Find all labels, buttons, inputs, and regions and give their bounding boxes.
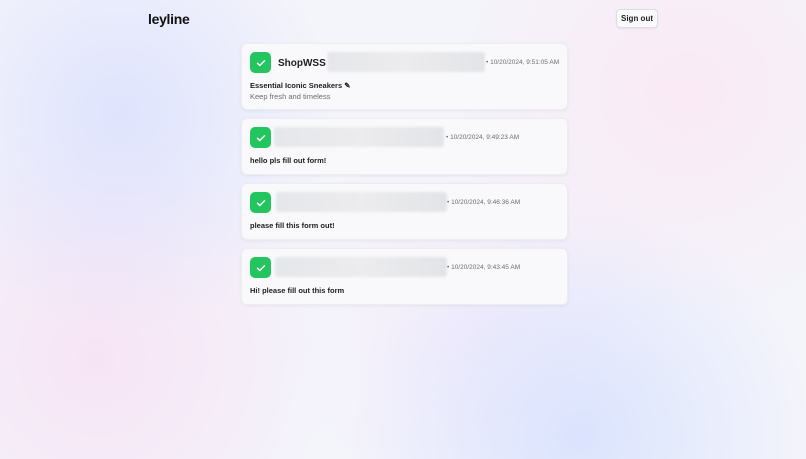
checkmark-icon <box>250 52 271 73</box>
redacted-sender <box>274 127 444 147</box>
message-card[interactable]: • 10/20/2024, 9:43:45 AM Hi! please fill… <box>241 248 568 305</box>
redacted-sender <box>276 192 447 212</box>
message-timestamp: • 10/20/2024, 9:51:05 AM <box>486 59 560 66</box>
checkmark-icon <box>250 127 271 148</box>
message-card[interactable]: • 10/20/2024, 9:46:36 AM please fill thi… <box>241 183 568 240</box>
message-card[interactable]: • 10/20/2024, 9:49:23 AM hello pls fill … <box>241 118 568 175</box>
redacted-sender-email <box>327 52 485 72</box>
message-timestamp: • 10/20/2024, 9:43:45 AM <box>447 264 521 271</box>
message-title: Hi! please fill out this form <box>250 286 345 295</box>
sender-name: ShopWSS <box>278 58 326 69</box>
checkmark-icon <box>250 192 271 213</box>
message-title: please fill this form out! <box>250 221 335 230</box>
message-title: hello pls fill out form! <box>250 156 327 165</box>
sign-out-button[interactable]: Sign out <box>616 9 658 28</box>
message-title: Essential Iconic Sneakers ✎ <box>250 81 351 90</box>
logo: leyline <box>148 11 190 27</box>
message-card[interactable]: ShopWSS • 10/20/2024, 9:51:05 AM Essenti… <box>241 43 568 110</box>
message-timestamp: • 10/20/2024, 9:49:23 AM <box>446 134 520 141</box>
message-timestamp: • 10/20/2024, 9:46:36 AM <box>447 199 521 206</box>
redacted-sender <box>275 257 447 277</box>
message-subtitle: Keep fresh and timeless <box>250 92 331 101</box>
checkmark-icon <box>250 257 271 278</box>
